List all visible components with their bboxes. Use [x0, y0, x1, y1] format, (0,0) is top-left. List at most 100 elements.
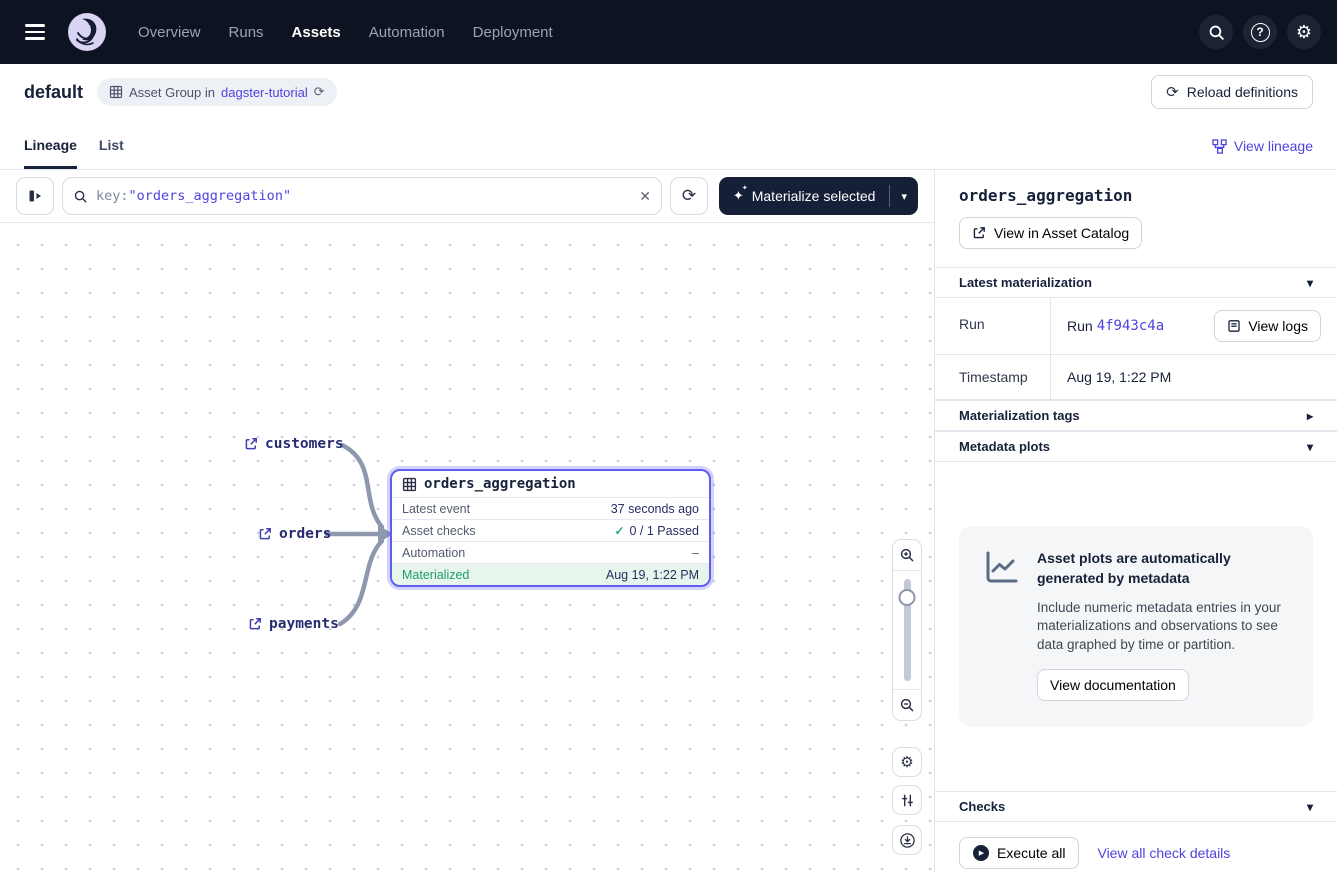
badge-repo-link[interactable]: dagster-tutorial: [221, 85, 308, 100]
table-icon: [402, 477, 417, 492]
graph-settings-button[interactable]: ⚙: [892, 747, 922, 777]
section-metadata-plots[interactable]: Metadata plots ▾: [935, 431, 1337, 462]
section-checks[interactable]: Checks ▾: [935, 791, 1337, 822]
view-in-asset-catalog-button[interactable]: View in Asset Catalog: [959, 217, 1142, 249]
logs-icon: [1227, 319, 1241, 333]
expand-sidebar-button[interactable]: [16, 177, 54, 215]
zoom-controls: [892, 539, 922, 721]
reload-icon: ⟳: [1166, 83, 1179, 101]
hamburger-menu-icon[interactable]: [18, 15, 52, 49]
run-row: Run Run 4f943c4a View logs: [935, 298, 1337, 355]
run-label: Run: [935, 298, 1050, 354]
graph-filters-button[interactable]: [892, 785, 922, 815]
plots-card-title: Asset plots are automatically generated …: [1037, 548, 1291, 589]
search-query-value: "orders_aggregation": [129, 188, 292, 204]
play-icon: ▶: [973, 845, 989, 861]
node-row-materialized: Materialized Aug 19, 1:22 PM: [392, 563, 709, 585]
zoom-slider-handle[interactable]: [899, 589, 916, 606]
node-title: orders_aggregation: [424, 476, 576, 492]
asset-link-label: payments: [269, 616, 339, 632]
timestamp-value: Aug 19, 1:22 PM: [1050, 355, 1337, 399]
zoom-out-icon: [899, 697, 915, 713]
view-lineage-label: View lineage: [1234, 138, 1313, 154]
zoom-out-button[interactable]: [893, 690, 921, 720]
asset-link-label: customers: [265, 436, 344, 452]
reload-definitions-label: Reload definitions: [1187, 84, 1298, 100]
nav-item-runs[interactable]: Runs: [229, 24, 264, 41]
asset-node-orders[interactable]: orders: [258, 526, 331, 542]
panel-expand-icon: [27, 188, 43, 204]
asset-node-payments[interactable]: payments: [248, 616, 339, 632]
lineage-pane: key:"orders_aggregation" ✕ ⟳ ✦✦ Material…: [0, 170, 935, 873]
filters-icon: [900, 793, 915, 808]
lineage-canvas[interactable]: customers orders payments orders_aggrega…: [0, 223, 934, 873]
refresh-icon[interactable]: ⟳: [314, 84, 325, 100]
nav-item-overview[interactable]: Overview: [138, 24, 201, 41]
nav-item-deployment[interactable]: Deployment: [473, 24, 553, 41]
zoom-in-button[interactable]: [893, 540, 921, 570]
search-icon: [1208, 24, 1225, 41]
external-link-icon: [244, 437, 258, 451]
view-logs-label: View logs: [1248, 318, 1308, 334]
nav-item-assets[interactable]: Assets: [292, 24, 341, 41]
gear-icon: ⚙: [1296, 23, 1312, 41]
top-nav: Overview Runs Assets Automation Deployme…: [0, 0, 1337, 64]
asset-node-customers[interactable]: customers: [244, 436, 344, 452]
tab-lineage[interactable]: Lineage: [24, 137, 77, 169]
page-title: default: [24, 82, 83, 103]
sparkles-icon: ✦✦: [733, 188, 744, 204]
zoom-slider[interactable]: [893, 570, 921, 690]
section-latest-materialization[interactable]: Latest materialization ▾: [935, 267, 1337, 298]
settings-button[interactable]: ⚙: [1287, 15, 1321, 49]
view-logs-button[interactable]: View logs: [1214, 310, 1321, 342]
search-button[interactable]: [1199, 15, 1233, 49]
asset-group-badge: Asset Group in dagster-tutorial ⟳: [97, 78, 337, 106]
dagster-logo-icon[interactable]: [68, 13, 106, 51]
zoom-in-icon: [899, 547, 915, 563]
caret-down-icon: ▾: [1307, 276, 1313, 290]
node-row-latest-event: Latest event 37 seconds ago: [392, 497, 709, 519]
external-link-icon: [972, 226, 986, 240]
badge-label: Asset Group in: [129, 85, 215, 100]
graph-toolbar: key:"orders_aggregation" ✕ ⟳ ✦✦ Material…: [0, 170, 934, 223]
materialize-selected-button[interactable]: ✦✦ Materialize selected ▾: [719, 177, 918, 215]
check-icon: ✓: [614, 524, 624, 538]
table-icon: [109, 85, 123, 99]
recenter-graph-button[interactable]: [892, 825, 922, 855]
tab-list[interactable]: List: [99, 137, 124, 169]
asset-node-orders-aggregation[interactable]: orders_aggregation Latest event 37 secon…: [390, 469, 711, 587]
nav-links: Overview Runs Assets Automation Deployme…: [138, 24, 553, 41]
refresh-icon: ⟳: [682, 186, 696, 206]
asset-search-input[interactable]: key:"orders_aggregation" ✕: [62, 177, 662, 215]
view-all-check-details-link[interactable]: View all check details: [1097, 845, 1230, 861]
nav-item-automation[interactable]: Automation: [369, 24, 445, 41]
caret-right-icon: ▸: [1307, 409, 1313, 423]
chart-icon: [981, 548, 1021, 588]
view-in-catalog-label: View in Asset Catalog: [994, 225, 1129, 241]
search-icon: [73, 189, 88, 204]
view-lineage-link[interactable]: View lineage: [1212, 138, 1313, 169]
timestamp-row: Timestamp Aug 19, 1:22 PM: [935, 355, 1337, 400]
page-header: default Asset Group in dagster-tutorial …: [0, 64, 1337, 120]
panel-asset-title: orders_aggregation: [959, 186, 1313, 205]
view-documentation-button[interactable]: View documentation: [1037, 669, 1189, 701]
execute-all-label: Execute all: [997, 845, 1065, 861]
run-prefix: Run: [1067, 318, 1093, 334]
node-row-asset-checks: Asset checks ✓0 / 1 Passed: [392, 519, 709, 541]
refresh-graph-button[interactable]: ⟳: [670, 177, 708, 215]
lineage-icon: [1212, 139, 1227, 154]
section-materialization-tags[interactable]: Materialization tags ▸: [935, 400, 1337, 431]
caret-down-icon: ▾: [1307, 800, 1313, 814]
node-row-automation: Automation –: [392, 541, 709, 563]
help-button[interactable]: ?: [1243, 15, 1277, 49]
clear-search-icon[interactable]: ✕: [639, 188, 651, 205]
external-link-icon: [248, 617, 262, 631]
materialize-dropdown-caret[interactable]: ▾: [890, 190, 918, 203]
metadata-plots-empty-card: Asset plots are automatically generated …: [959, 526, 1313, 727]
reload-definitions-button[interactable]: ⟳ Reload definitions: [1151, 75, 1313, 109]
run-id-link[interactable]: 4f943c4a: [1097, 318, 1164, 334]
question-icon: ?: [1251, 23, 1270, 42]
search-query-prefix: key:: [96, 188, 129, 204]
gear-icon: ⚙: [900, 753, 913, 771]
execute-all-button[interactable]: ▶ Execute all: [959, 837, 1079, 869]
